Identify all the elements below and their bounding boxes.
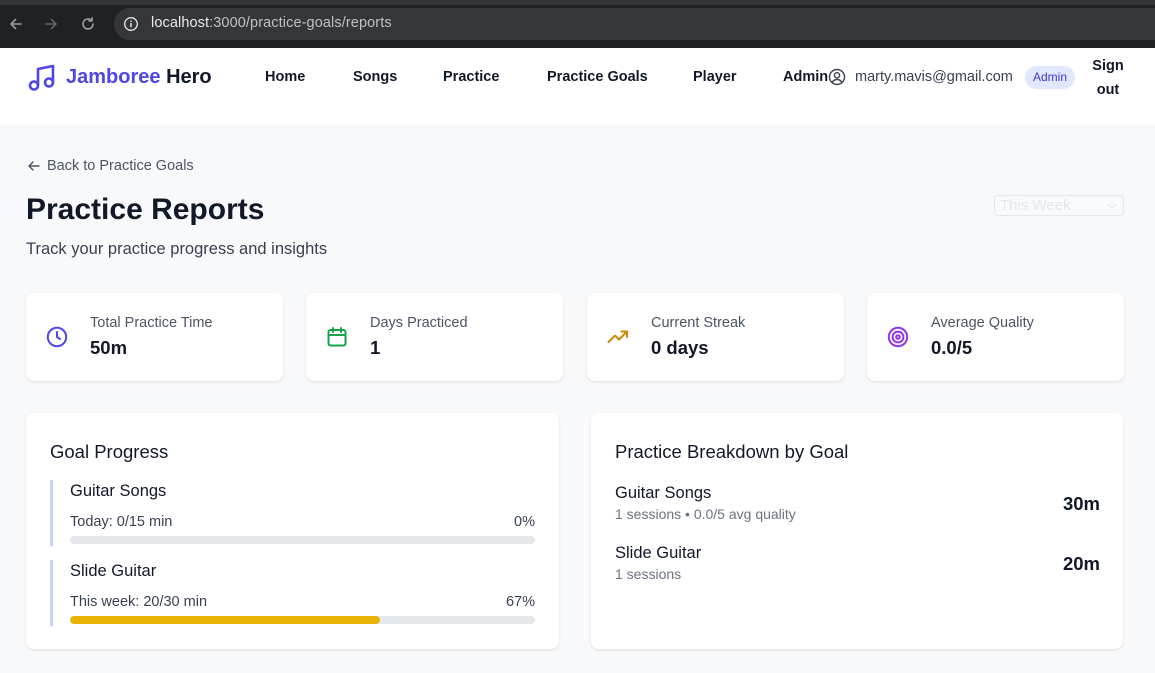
- brand-name[interactable]: Jamboree Hero: [66, 66, 212, 89]
- stat-value: 0 days: [651, 337, 709, 358]
- goal-name: Guitar Songs: [70, 482, 167, 500]
- goal-item-guitar-songs: Guitar Songs Today: 0/15 min 0%: [50, 480, 535, 546]
- chevron-down-icon: [1107, 203, 1117, 210]
- goal-status: Today: 0/15 min: [70, 514, 173, 530]
- site-info-icon[interactable]: [123, 16, 139, 32]
- stat-value: 50m: [90, 337, 128, 358]
- nav-player[interactable]: Player: [693, 69, 737, 85]
- goal-progress-fill: [70, 616, 381, 624]
- brand-primary: Jamboree: [66, 66, 161, 88]
- clock-icon: [46, 326, 68, 348]
- goal-item-slide-guitar: Slide Guitar This week: 20/30 min 67%: [50, 560, 535, 626]
- nav-home[interactable]: Home: [265, 69, 305, 85]
- user-circle-icon: [828, 68, 846, 86]
- page-title: Practice Reports: [26, 193, 265, 226]
- breakdown-goal-detail: 1 sessions: [615, 566, 682, 582]
- role-badge: Admin: [1025, 66, 1076, 89]
- app-header: Jamboree Hero Home Songs Practice Practi…: [0, 48, 1155, 125]
- goal-progress-panel: Goal Progress Guitar Songs Today: 0/15 m…: [26, 413, 559, 649]
- stat-card-current-streak: Current Streak 0 days: [587, 293, 844, 381]
- breakdown-goal-name: Guitar Songs: [615, 484, 712, 502]
- breakdown-row-slide-guitar: Slide Guitar 1 sessions 20m: [615, 544, 1100, 588]
- stat-value: 1: [370, 337, 381, 358]
- goal-status: This week: 20/30 min: [70, 594, 208, 610]
- address-bar[interactable]: localhost:3000/practice-goals/reports: [114, 8, 1155, 40]
- nav-practice-goals[interactable]: Practice Goals: [547, 69, 648, 85]
- goal-name: Slide Guitar: [70, 562, 157, 580]
- stat-card-average-quality: Average Quality 0.0/5: [867, 293, 1124, 381]
- stat-label: Current Streak: [651, 315, 746, 331]
- url-text[interactable]: localhost:3000/practice-goals/reports: [151, 15, 392, 31]
- url-host: localhost: [151, 15, 210, 31]
- back-link-label: Back to Practice Goals: [47, 158, 194, 174]
- breakdown-goal-time: 20m: [1062, 553, 1100, 574]
- nav-songs[interactable]: Songs: [353, 69, 397, 85]
- time-range-select[interactable]: This Week: [994, 195, 1124, 216]
- tab-strip-edge: [0, 0, 1155, 5]
- sign-out-line-1: Sign: [1092, 58, 1124, 74]
- nav-practice[interactable]: Practice: [443, 69, 499, 85]
- breakdown-goal-detail: 1 sessions • 0.0/5 avg quality: [615, 506, 796, 522]
- brand-secondary: Hero: [166, 66, 212, 88]
- goal-progress-bar: [70, 616, 535, 624]
- target-icon: [887, 326, 909, 348]
- stat-label: Days Practiced: [370, 315, 468, 331]
- sign-out-button[interactable]: Sign out: [1087, 54, 1129, 102]
- stat-value: 0.0/5: [931, 337, 973, 358]
- arrow-left-icon: [28, 161, 40, 171]
- stat-card-days-practiced: Days Practiced 1: [306, 293, 563, 381]
- forward-arrow-icon[interactable]: [40, 13, 62, 35]
- page-subtitle: Track your practice progress and insight…: [26, 240, 328, 258]
- music-note-logo-icon[interactable]: [27, 63, 57, 93]
- stat-label: Average Quality: [931, 315, 1034, 331]
- browser-toolbar: localhost:3000/practice-goals/reports: [0, 0, 1155, 48]
- goal-progress-bar: [70, 536, 535, 544]
- breakdown-goal-time: 30m: [1062, 493, 1100, 514]
- url-path: :3000/practice-goals/reports: [209, 15, 392, 31]
- practice-breakdown-panel: Practice Breakdown by Goal Guitar Songs …: [591, 413, 1123, 649]
- time-range-value: This Week: [1000, 197, 1071, 214]
- trending-up-icon: [607, 330, 628, 343]
- nav-admin[interactable]: Admin: [783, 69, 828, 85]
- goal-percent: 0%: [514, 514, 535, 530]
- goal-progress-title: Goal Progress: [50, 441, 169, 462]
- breakdown-goal-name: Slide Guitar: [615, 544, 702, 562]
- breakdown-row-guitar-songs: Guitar Songs 1 sessions • 0.0/5 avg qual…: [615, 484, 1100, 528]
- back-arrow-icon[interactable]: [5, 13, 27, 35]
- calendar-icon: [327, 327, 347, 347]
- sign-out-line-2: out: [1096, 82, 1120, 98]
- user-email: marty.mavis@gmail.com: [855, 69, 1013, 85]
- reload-icon[interactable]: [77, 13, 99, 35]
- stat-card-total-practice-time: Total Practice Time 50m: [26, 293, 283, 381]
- back-to-practice-goals-link[interactable]: Back to Practice Goals: [27, 158, 194, 174]
- stat-label: Total Practice Time: [90, 315, 213, 331]
- practice-breakdown-title: Practice Breakdown by Goal: [615, 441, 849, 462]
- goal-percent: 67%: [505, 594, 535, 610]
